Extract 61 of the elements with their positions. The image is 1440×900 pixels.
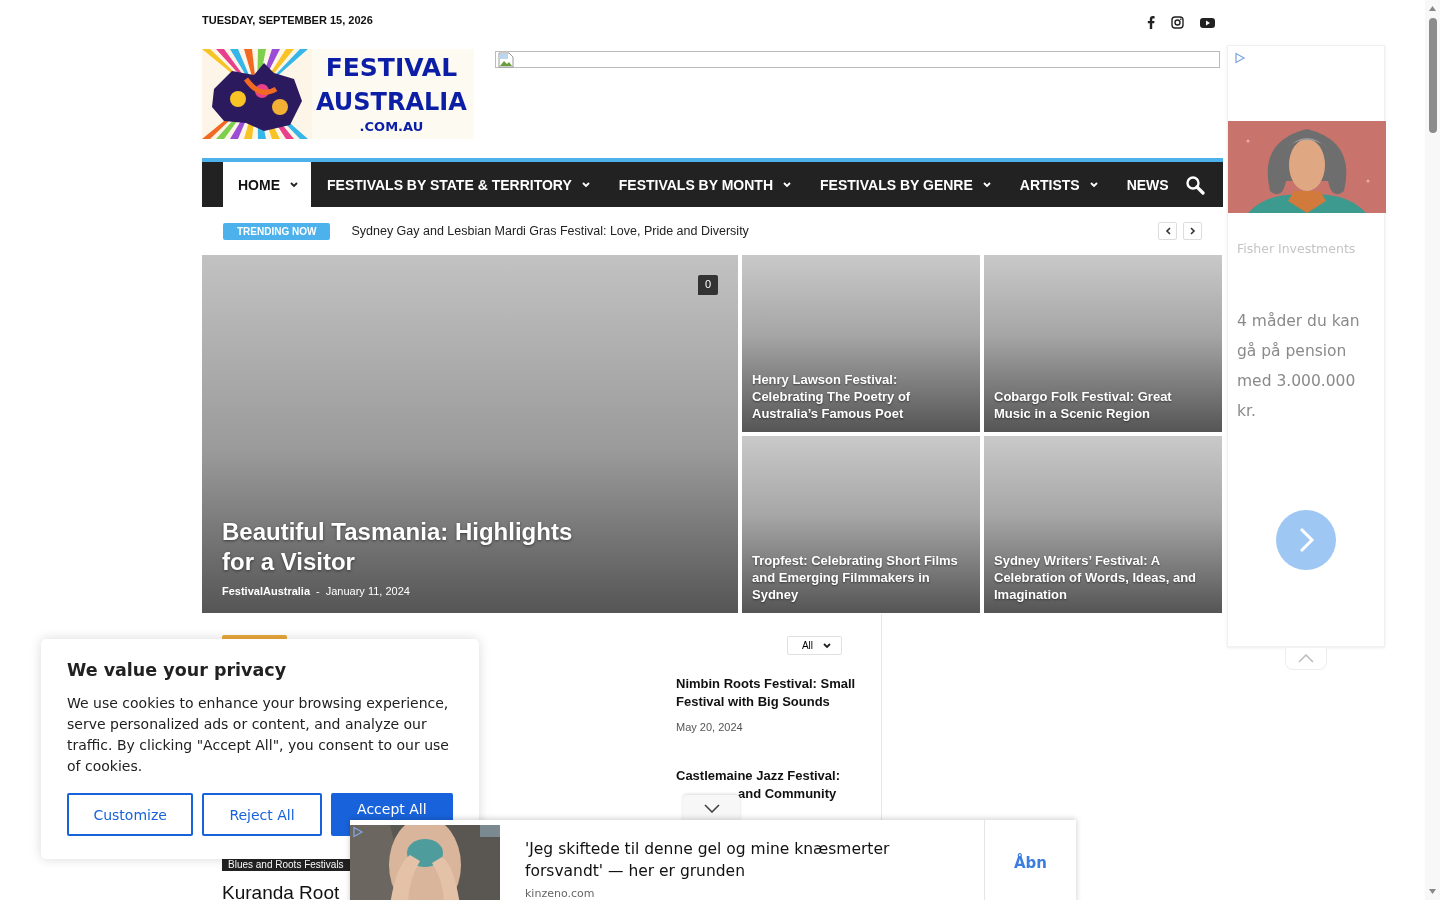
- youtube-icon[interactable]: [1200, 16, 1215, 29]
- post-card[interactable]: Cobargo Folk Festival: Great Music in a Scenic Region: [984, 255, 1222, 432]
- scroll-up-icon[interactable]: [1429, 6, 1436, 11]
- post-card[interactable]: Henry Lawson Festival: Celebrating The Poetry of Australia’s Famous Poet: [742, 255, 980, 432]
- ad-source: kinzeno.com: [525, 887, 595, 900]
- post-title[interactable]: Cobargo Folk Festival: Great Music in a Scenic Region: [994, 388, 1212, 422]
- separator-text: -: [316, 585, 320, 597]
- caret-icon: [823, 642, 831, 649]
- date-text: TUESDAY, SEPTEMBER 15, 2026: [202, 14, 373, 26]
- facebook-icon[interactable]: [1147, 16, 1155, 29]
- next-button[interactable]: [1183, 222, 1202, 240]
- ad-choices-icon[interactable]: [1234, 52, 1246, 64]
- nav-item[interactable]: FESTIVALS BY STATE & TERRITORY: [313, 162, 603, 207]
- post-date: January 11, 2024: [325, 585, 410, 597]
- ad-headline[interactable]: 4 måder du kan gå på pension med 3.000.000 kr.: [1237, 306, 1374, 426]
- site-logo[interactable]: FESTIVAL AUSTRALIA .COM.AU: [202, 49, 474, 139]
- post-title[interactable]: Castlemaine Jazz Festival:: [676, 767, 841, 785]
- broken-image-icon: [498, 52, 514, 68]
- post-title[interactable]: Kuranda Root: [222, 882, 340, 900]
- banner-title: We value your privacy: [67, 660, 288, 680]
- next-button[interactable]: [1276, 510, 1336, 570]
- chevron-right-icon: [1189, 227, 1196, 235]
- post-card[interactable]: Tropfest: Celebrating Short Films and Emerging Filmmakers in Sydney: [742, 436, 980, 613]
- nav-item[interactable]: FESTIVALS BY MONTH: [604, 162, 805, 207]
- nav-item[interactable]: HOME: [223, 162, 311, 207]
- open-button[interactable]: Åbn: [984, 820, 1076, 900]
- ad-headline[interactable]: 'Jeg skiftede til denne gel og mine knæsmerter forsvandt' — her er grunden: [525, 838, 964, 882]
- logo-text: AUSTRALIA: [316, 87, 467, 118]
- author-name[interactable]: FestivalAustralia: [222, 585, 311, 597]
- post-title[interactable]: Sydney Writers’ Festival: A Celebration of Words, Ideas, and Imagination: [994, 552, 1212, 603]
- logo-text: FESTIVAL: [325, 52, 458, 84]
- post-date: May 20, 2024: [676, 721, 743, 733]
- cookie-button[interactable]: Customize: [67, 793, 194, 836]
- instagram-icon[interactable]: [1171, 16, 1184, 29]
- nav-item[interactable]: FESTIVALS BY GENRE: [806, 162, 1004, 207]
- chevron-down-icon: [703, 803, 720, 813]
- previous-button[interactable]: [1158, 222, 1177, 240]
- post-title[interactable]: Henry Lawson Festival: Celebrating The Poetry of Australia’s Famous Poet: [752, 371, 970, 422]
- chevron-up-icon: [1298, 654, 1314, 663]
- chevron-left-icon: [1164, 227, 1171, 235]
- logo-text: .COM.AU: [359, 119, 424, 135]
- banner-text: We use cookies to enhance your browsing experience, serve personalized ads or content, and analyze our traffic. By clicking "Accept All", you consent to our use of cookies.: [67, 694, 450, 776]
- nav-item[interactable]: ARTISTS: [1005, 162, 1111, 207]
- search-icon[interactable]: [1185, 174, 1205, 195]
- trending-headline[interactable]: Sydney Gay and Lesbian Mardi Gras Festival: Love, Pride and Diversity: [351, 224, 749, 238]
- scrollbar[interactable]: [1425, 0, 1440, 900]
- cookie-button[interactable]: Reject All: [202, 793, 322, 836]
- nav-item[interactable]: NEWS: [1112, 162, 1182, 207]
- post-title[interactable]: Tropfest: Celebrating Short Films and Emerging Filmmakers in Sydney: [752, 552, 970, 603]
- post-card[interactable]: Sydney Writers’ Festival: A Celebration of Words, Ideas, and Imagination: [984, 436, 1222, 613]
- post-title[interactable]: Beautiful Tasmania: Highlights for a Visitor: [222, 517, 588, 577]
- scrollbar-thumb[interactable]: [1428, 18, 1437, 133]
- filter-dropdown[interactable]: All: [786, 636, 842, 655]
- scroll-down-icon[interactable]: [1429, 889, 1436, 894]
- comment-count[interactable]: 0: [697, 275, 718, 295]
- post-title[interactable]: Nimbin Roots Festival: Small Festival with Big Sounds: [676, 675, 861, 711]
- trending-label: TRENDING NOW: [223, 222, 331, 240]
- post-title[interactable]: and Community: [676, 785, 837, 803]
- ad-choices-icon[interactable]: [352, 826, 364, 838]
- collapse-button[interactable]: [683, 795, 740, 821]
- featured-post-card[interactable]: 0 Beautiful Tasmania: Highlights for a Visitor FestivalAustralia - January 11, 2024: [202, 255, 738, 613]
